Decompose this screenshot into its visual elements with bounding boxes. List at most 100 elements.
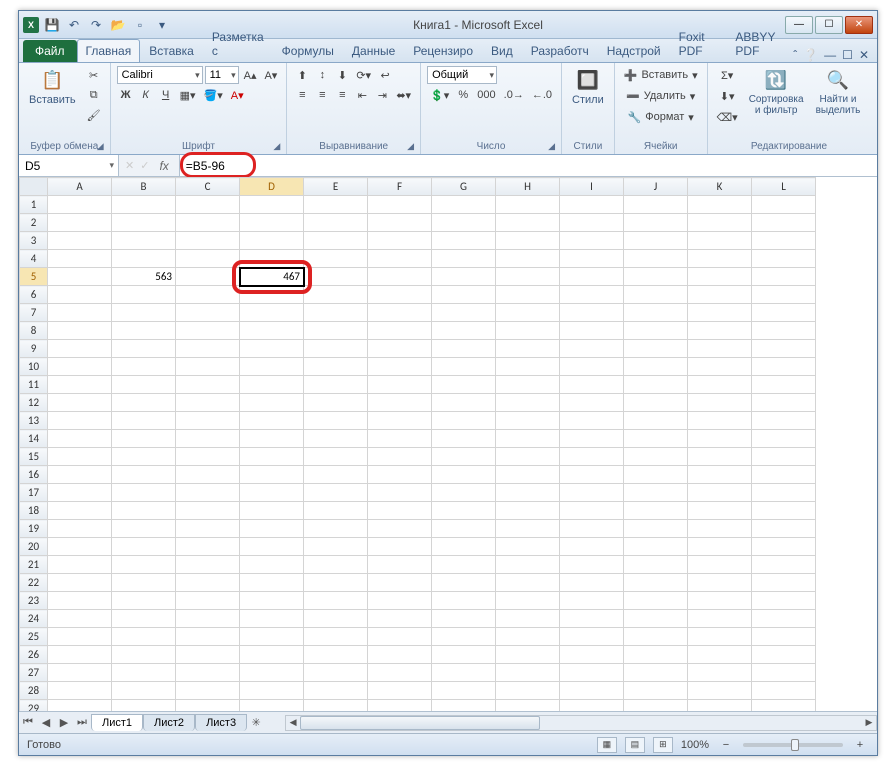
cell[interactable]	[560, 250, 624, 268]
cell[interactable]	[688, 592, 752, 610]
cell[interactable]	[752, 250, 816, 268]
row-header[interactable]: 25	[20, 628, 48, 646]
cell[interactable]	[176, 322, 240, 340]
row-header[interactable]: 1	[20, 196, 48, 214]
cell[interactable]	[624, 304, 688, 322]
row-header[interactable]: 3	[20, 232, 48, 250]
cell[interactable]	[560, 520, 624, 538]
cell[interactable]	[368, 574, 432, 592]
cell[interactable]	[496, 430, 560, 448]
row-header[interactable]: 23	[20, 592, 48, 610]
cell[interactable]	[496, 502, 560, 520]
select-all-corner[interactable]	[20, 178, 48, 196]
cell[interactable]	[624, 574, 688, 592]
cell[interactable]	[752, 340, 816, 358]
tab-review[interactable]: Рецензиро	[404, 39, 482, 62]
cell[interactable]	[240, 556, 304, 574]
cell[interactable]	[752, 268, 816, 286]
cell[interactable]	[112, 430, 176, 448]
cell[interactable]	[176, 196, 240, 214]
cell[interactable]	[688, 304, 752, 322]
cell[interactable]	[48, 574, 112, 592]
cell[interactable]	[304, 394, 368, 412]
cell[interactable]	[368, 610, 432, 628]
format-painter-icon[interactable]: 🖌	[84, 106, 104, 124]
cut-icon[interactable]: ✂	[84, 66, 104, 84]
cell[interactable]	[112, 646, 176, 664]
hscroll-left-icon[interactable]: ◀	[286, 716, 300, 730]
copy-icon[interactable]: ⧉	[84, 86, 104, 104]
fill-icon[interactable]: ⬇▾	[714, 87, 741, 105]
cell[interactable]	[48, 196, 112, 214]
cell[interactable]	[432, 322, 496, 340]
cell[interactable]	[176, 664, 240, 682]
cell[interactable]	[624, 196, 688, 214]
cell[interactable]	[112, 592, 176, 610]
font-color-icon[interactable]: A▾	[228, 86, 247, 104]
cell[interactable]	[432, 214, 496, 232]
row-header[interactable]: 20	[20, 538, 48, 556]
cell[interactable]	[240, 286, 304, 304]
cell[interactable]	[432, 286, 496, 304]
cell[interactable]	[688, 502, 752, 520]
cell[interactable]	[624, 484, 688, 502]
cell[interactable]	[624, 610, 688, 628]
cell[interactable]	[496, 646, 560, 664]
cell[interactable]	[112, 250, 176, 268]
cell[interactable]	[560, 376, 624, 394]
column-header[interactable]: A	[48, 178, 112, 196]
cell[interactable]	[48, 286, 112, 304]
zoom-slider[interactable]	[743, 743, 843, 747]
tab-data[interactable]: Данные	[343, 39, 404, 62]
cell[interactable]	[560, 394, 624, 412]
minimize-ribbon-icon[interactable]: ˆ	[793, 48, 797, 62]
cell[interactable]	[752, 466, 816, 484]
cell[interactable]	[432, 232, 496, 250]
cell[interactable]	[496, 592, 560, 610]
cell[interactable]	[752, 592, 816, 610]
cell[interactable]	[624, 646, 688, 664]
find-select-button[interactable]: 🔍 Найти и выделить	[812, 66, 865, 118]
number-format-combo[interactable]: Общий	[427, 66, 497, 84]
cell[interactable]	[112, 340, 176, 358]
row-header[interactable]: 29	[20, 700, 48, 712]
cell[interactable]	[688, 628, 752, 646]
excel-icon[interactable]: X	[23, 17, 39, 33]
cell[interactable]	[624, 556, 688, 574]
cell[interactable]	[112, 394, 176, 412]
cell[interactable]	[432, 484, 496, 502]
cell[interactable]	[112, 682, 176, 700]
view-page-break-icon[interactable]: ⊞	[653, 737, 673, 753]
cell[interactable]	[432, 556, 496, 574]
cell[interactable]	[688, 376, 752, 394]
cell[interactable]	[112, 574, 176, 592]
cell[interactable]	[688, 556, 752, 574]
clear-icon[interactable]: ⌫▾	[714, 108, 741, 126]
wrap-text-icon[interactable]: ↩	[376, 66, 394, 84]
tab-abbyy[interactable]: ABBYY PDF	[726, 25, 793, 62]
cell[interactable]	[112, 520, 176, 538]
cell[interactable]	[304, 232, 368, 250]
cell[interactable]	[304, 376, 368, 394]
cell[interactable]	[176, 466, 240, 484]
align-left-icon[interactable]: ≡	[293, 86, 311, 104]
cell[interactable]	[624, 700, 688, 712]
cell[interactable]	[368, 340, 432, 358]
cell[interactable]	[624, 430, 688, 448]
cell[interactable]	[112, 664, 176, 682]
row-header[interactable]: 21	[20, 556, 48, 574]
cell[interactable]	[752, 610, 816, 628]
cell[interactable]	[240, 520, 304, 538]
cell[interactable]	[368, 484, 432, 502]
cell[interactable]	[176, 376, 240, 394]
cell[interactable]	[624, 628, 688, 646]
cell[interactable]	[176, 610, 240, 628]
cell[interactable]	[368, 700, 432, 712]
cell[interactable]	[368, 556, 432, 574]
fx-icon[interactable]: fx	[155, 159, 172, 173]
cell[interactable]	[624, 214, 688, 232]
sheet-nav-last-icon[interactable]: ⏭	[73, 714, 91, 732]
cell[interactable]	[240, 682, 304, 700]
cell[interactable]	[560, 610, 624, 628]
cell[interactable]	[496, 700, 560, 712]
